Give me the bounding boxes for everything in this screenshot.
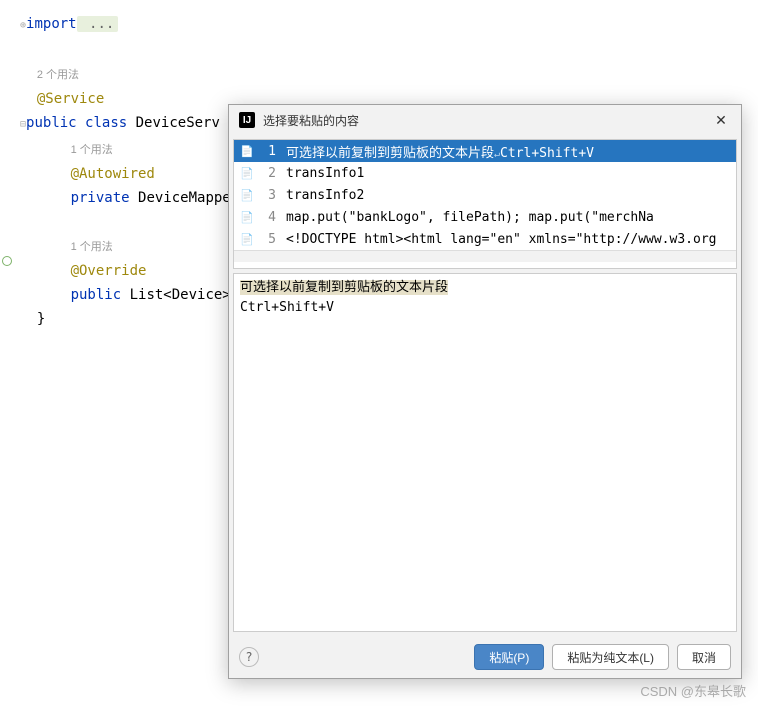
list-item[interactable]: 📄 2 transInfo1: [234, 162, 736, 184]
row-text: transInfo1: [286, 166, 364, 181]
cancel-button[interactable]: 取消: [677, 644, 731, 670]
paste-button[interactable]: 粘贴(P): [474, 644, 544, 670]
list-item[interactable]: 📄 5 <!DOCTYPE html><html lang="en" xmlns…: [234, 228, 736, 250]
row-text: <!DOCTYPE html><html lang="en" xmlns="ht…: [286, 232, 716, 247]
list-item[interactable]: 📄 4 map.put("bankLogo", filePath); map.p…: [234, 206, 736, 228]
class-name: DeviceServ: [127, 115, 220, 131]
clipboard-icon: 📄: [240, 210, 254, 224]
annotation-service: @Service: [37, 91, 104, 107]
row-number: 4: [260, 210, 276, 225]
row-number: 1: [260, 144, 276, 159]
usage-hint: 1 个用法: [71, 241, 113, 253]
preview-line: 可选择以前复制到剪贴板的文本片段: [240, 280, 448, 295]
clipboard-icon: 📄: [240, 188, 254, 202]
close-icon[interactable]: ✕: [711, 110, 731, 130]
dialog-footer: ? 粘贴(P) 粘贴为纯文本(L) 取消: [229, 636, 741, 678]
list-item[interactable]: 📄 3 transInfo2: [234, 184, 736, 206]
row-number: 5: [260, 232, 276, 247]
method-decl: List<Device>: [121, 287, 231, 303]
row-number: 3: [260, 188, 276, 203]
paste-plain-button[interactable]: 粘贴为纯文本(L): [552, 644, 669, 670]
usage-hint: 1 个用法: [71, 144, 113, 156]
list-item[interactable]: 📄 1 可选择以前复制到剪贴板的文本片段↵Ctrl+Shift+V: [234, 140, 736, 162]
override-gutter-icon[interactable]: [2, 256, 12, 266]
kw-class: public class: [26, 115, 127, 131]
clipboard-icon: 📄: [240, 166, 254, 180]
kw-public: public: [71, 287, 122, 303]
dialog-title: 选择要粘贴的内容: [263, 112, 711, 129]
folded-ellipsis[interactable]: ...: [77, 16, 119, 32]
kw-private: private: [71, 190, 130, 206]
dialog-titlebar[interactable]: IJ 选择要粘贴的内容 ✕: [229, 105, 741, 135]
watermark: CSDN @东皋长歌: [640, 681, 746, 700]
row-text: map.put("bankLogo", filePath); map.put("…: [286, 210, 654, 225]
list-scrollbar[interactable]: [234, 250, 736, 262]
clipboard-icon: 📄: [240, 144, 254, 158]
preview-area: 可选择以前复制到剪贴板的文本片段 Ctrl+Shift+V: [233, 273, 737, 632]
row-text: 可选择以前复制到剪贴板的文本片段↵Ctrl+Shift+V: [286, 142, 594, 161]
annotation-autowired: @Autowired: [71, 166, 155, 182]
usage-hint: 2 个用法: [37, 69, 79, 81]
clipboard-list[interactable]: 📄 1 可选择以前复制到剪贴板的文本片段↵Ctrl+Shift+V 📄 2 tr…: [233, 139, 737, 269]
app-icon: IJ: [239, 112, 255, 128]
close-brace: }: [37, 311, 45, 327]
field-decl: DeviceMappe: [130, 190, 231, 206]
annotation-override: @Override: [71, 263, 147, 279]
row-text: transInfo2: [286, 188, 364, 203]
preview-line: Ctrl+Shift+V: [240, 298, 730, 318]
row-number: 2: [260, 166, 276, 181]
clipboard-icon: 📄: [240, 232, 254, 246]
help-icon[interactable]: ?: [239, 647, 259, 667]
kw-import: import: [26, 16, 77, 32]
paste-dialog: IJ 选择要粘贴的内容 ✕ 📄 1 可选择以前复制到剪贴板的文本片段↵Ctrl+…: [228, 104, 742, 679]
